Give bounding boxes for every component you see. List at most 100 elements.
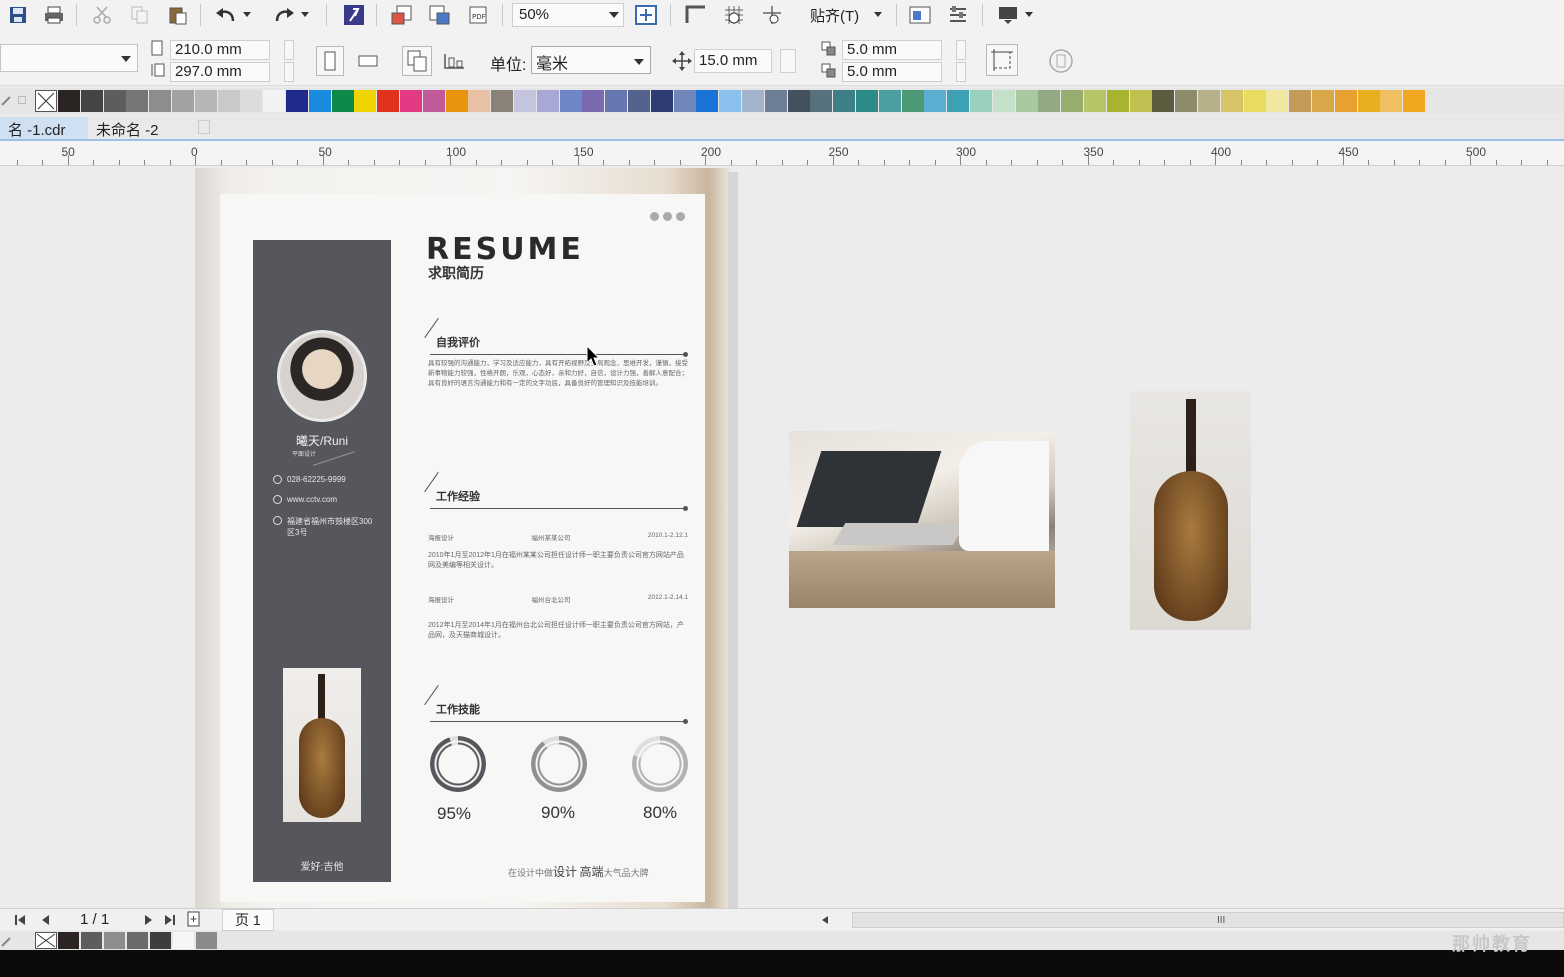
duplicate-x-stepper[interactable] [956,40,966,60]
import-icon[interactable] [388,2,416,28]
nudge-stepper[interactable] [780,49,796,73]
color-swatch[interactable] [1198,90,1221,112]
redo-icon[interactable] [270,2,298,28]
unit-select[interactable]: 毫米 [531,46,651,74]
skill-percent-ps[interactable]: 90% [541,803,575,823]
section-title-experience[interactable]: 工作经验 [436,488,480,504]
violin-thumbnail[interactable] [283,668,361,822]
show-grid-icon[interactable] [720,2,748,28]
color-swatch[interactable] [901,90,925,112]
color-swatch[interactable] [1175,90,1199,112]
color-swatch[interactable] [719,90,743,112]
redo-dropdown-icon[interactable] [298,2,312,28]
color-swatch[interactable] [1403,90,1427,112]
color-swatch[interactable] [172,90,195,112]
color-swatch[interactable] [582,90,606,112]
application-launcher-icon[interactable] [994,2,1022,28]
nudge-distance-field[interactable]: 15.0 mm [694,49,772,73]
color-swatch[interactable] [1266,90,1290,112]
color-swatch[interactable] [1220,90,1244,112]
color-swatch[interactable] [263,90,287,112]
color-swatch[interactable] [947,90,971,112]
color-swatch[interactable] [856,90,879,112]
color-swatch[interactable] [286,90,309,112]
full-screen-preview-icon[interactable] [632,2,660,28]
contact-web[interactable]: www.cctv.com [273,495,337,504]
color-swatch[interactable] [673,90,697,112]
drawing-canvas[interactable]: 曦天/Runi 平面设计 028-62225-9999 www.cctv.com… [0,166,1564,908]
job-1-header[interactable]: 海报设计 福州某某公司 2010.1-2.12.1 [428,532,688,542]
color-swatch[interactable] [1129,90,1153,112]
duplicate-y-stepper[interactable] [956,62,966,82]
next-page-icon[interactable] [144,913,154,929]
resume-subtitle[interactable]: 求职简历 [428,263,484,283]
color-swatch[interactable] [240,90,264,112]
eyedropper-icon[interactable] [0,934,14,951]
color-swatch[interactable] [1084,90,1107,112]
job-2-header[interactable]: 海报设计 福州台北公司 2012.1-2.14.1 [428,594,688,604]
job-2-text[interactable]: 2012年1月至2014年1月在福州台北公司担任设计师一职主要负责公司官方网站，… [428,621,690,641]
color-swatch[interactable] [559,90,583,112]
laptop-photo[interactable] [789,431,1055,608]
color-swatch[interactable] [377,90,401,112]
color-swatch[interactable] [992,90,1016,112]
no-fill-swatch[interactable] [35,90,57,112]
show-rulers-icon[interactable] [682,2,710,28]
palette-menu-icon[interactable] [18,96,26,104]
copy-icon[interactable] [126,2,154,28]
color-swatch[interactable] [127,932,149,949]
color-swatch[interactable] [194,90,218,112]
color-swatch[interactable] [764,90,788,112]
print-icon[interactable] [40,2,68,28]
color-swatch[interactable] [1038,90,1062,112]
color-swatch[interactable] [81,932,103,949]
color-swatch[interactable] [400,90,423,112]
add-page-icon[interactable] [186,911,202,930]
resume-slogan[interactable]: 在设计中做设计 高端大气品大牌 [508,863,649,880]
color-swatch[interactable] [445,90,469,112]
tab-document-2[interactable]: 未命名 -2 [88,117,167,139]
search-content-icon[interactable] [340,2,368,28]
page-preset-select[interactable] [0,44,138,72]
color-swatch[interactable] [308,90,332,112]
color-swatch[interactable] [1243,90,1267,112]
eyedropper-icon[interactable] [0,93,14,110]
page-height-stepper[interactable] [284,62,294,82]
contact-address[interactable]: 福建省福州市鼓楼区300区3号 [273,516,379,538]
welcome-screen-icon[interactable] [906,2,934,28]
current-page-button[interactable] [440,50,468,75]
save-icon[interactable] [4,2,32,28]
horizontal-ruler[interactable]: 50 0 50 100 150 200 250 300 350 400 450 500 [0,141,1564,166]
treat-as-filled-button[interactable] [986,44,1018,76]
color-swatch[interactable] [1152,90,1176,112]
color-swatch[interactable] [354,90,378,112]
color-swatch[interactable] [810,90,834,112]
color-swatch[interactable] [173,932,195,949]
paste-icon[interactable] [164,2,192,28]
self-evaluation-text[interactable]: 具有较强的沟通能力，学习及适应能力，具有开拓视野及全局观念，思维开发，谨慎，接受… [428,359,690,389]
last-page-icon[interactable] [164,913,176,929]
color-swatch[interactable] [422,90,446,112]
page-layout-icon[interactable] [1048,48,1074,77]
color-swatch[interactable] [58,90,81,112]
zoom-level-select[interactable]: 50% [512,3,624,27]
color-swatch[interactable] [1312,90,1335,112]
color-swatch[interactable] [104,932,126,949]
launcher-dropdown-icon[interactable] [1022,2,1036,28]
color-swatch[interactable] [696,90,720,112]
job-1-text[interactable]: 2010年1月至2012年1月在福州某某公司担任设计师一职主要负责公司官方网站产… [428,551,690,571]
profile-photo[interactable] [277,330,367,422]
violin-photo[interactable] [1130,391,1251,630]
page-width-stepper[interactable] [284,40,294,60]
color-swatch[interactable] [80,90,104,112]
skill-ring-cdr[interactable]: CDR [430,736,486,792]
page-width-field[interactable]: 210.0 mm [170,40,270,60]
color-swatch[interactable] [650,90,674,112]
section-title-self[interactable]: 自我评价 [436,334,480,350]
color-swatch[interactable] [878,90,902,112]
tab-page-1[interactable]: 页 1 [222,909,274,931]
color-swatch[interactable] [196,932,218,949]
color-swatch[interactable] [1380,90,1404,112]
color-swatch[interactable] [1289,90,1313,112]
skill-percent-cdr[interactable]: 95% [437,804,471,824]
